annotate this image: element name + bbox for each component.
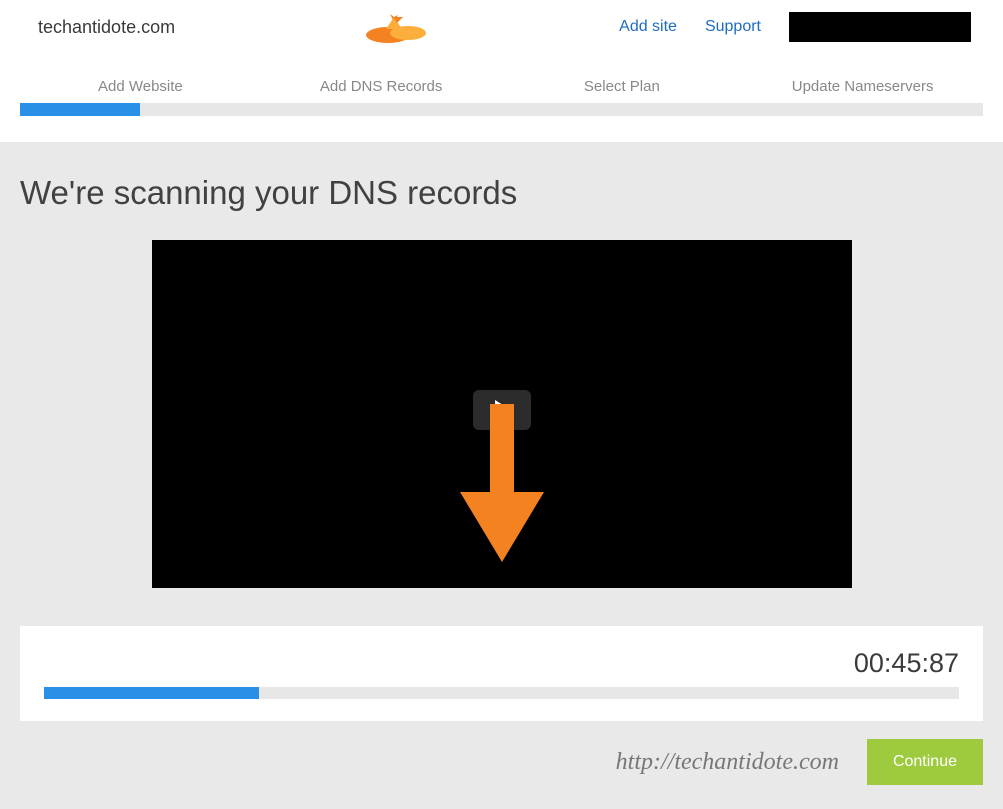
continue-button[interactable]: Continue xyxy=(867,739,983,785)
wizard-progress-fill xyxy=(20,103,140,116)
page-title: We're scanning your DNS records xyxy=(20,174,983,212)
wizard-steps-labels: Add Website Add DNS Records Select Plan … xyxy=(0,78,1003,103)
scan-timer: 00:45:87 xyxy=(854,648,959,679)
scan-progress-track xyxy=(44,687,959,699)
wizard-progress-track xyxy=(20,103,983,116)
intro-video xyxy=(152,240,852,588)
step-update-nameservers: Update Nameservers xyxy=(742,78,983,95)
arrow-down-icon xyxy=(460,404,544,564)
cloudflare-logo-icon xyxy=(364,11,430,43)
watermark-text: http://techantidote.com xyxy=(616,749,839,776)
step-select-plan: Select Plan xyxy=(502,78,743,95)
main-panel: We're scanning your DNS records 00:45:87… xyxy=(0,142,1003,809)
account-menu[interactable] xyxy=(789,12,971,42)
step-add-website: Add Website xyxy=(20,78,261,95)
site-name: techantidote.com xyxy=(38,17,175,38)
scan-timer-row: 00:45:87 xyxy=(44,648,959,679)
scan-progress-panel: 00:45:87 xyxy=(20,626,983,721)
top-header: techantidote.com Add site Support xyxy=(0,0,1003,54)
header-right: Add site Support xyxy=(619,12,971,42)
step-add-dns-records: Add DNS Records xyxy=(261,78,502,95)
support-link[interactable]: Support xyxy=(705,18,761,36)
wizard-steps: Add Website Add DNS Records Select Plan … xyxy=(0,54,1003,116)
scan-progress-fill xyxy=(44,687,259,699)
add-site-link[interactable]: Add site xyxy=(619,18,677,36)
logo-wrap xyxy=(175,11,619,43)
footer-row: http://techantidote.com Continue xyxy=(20,739,983,785)
